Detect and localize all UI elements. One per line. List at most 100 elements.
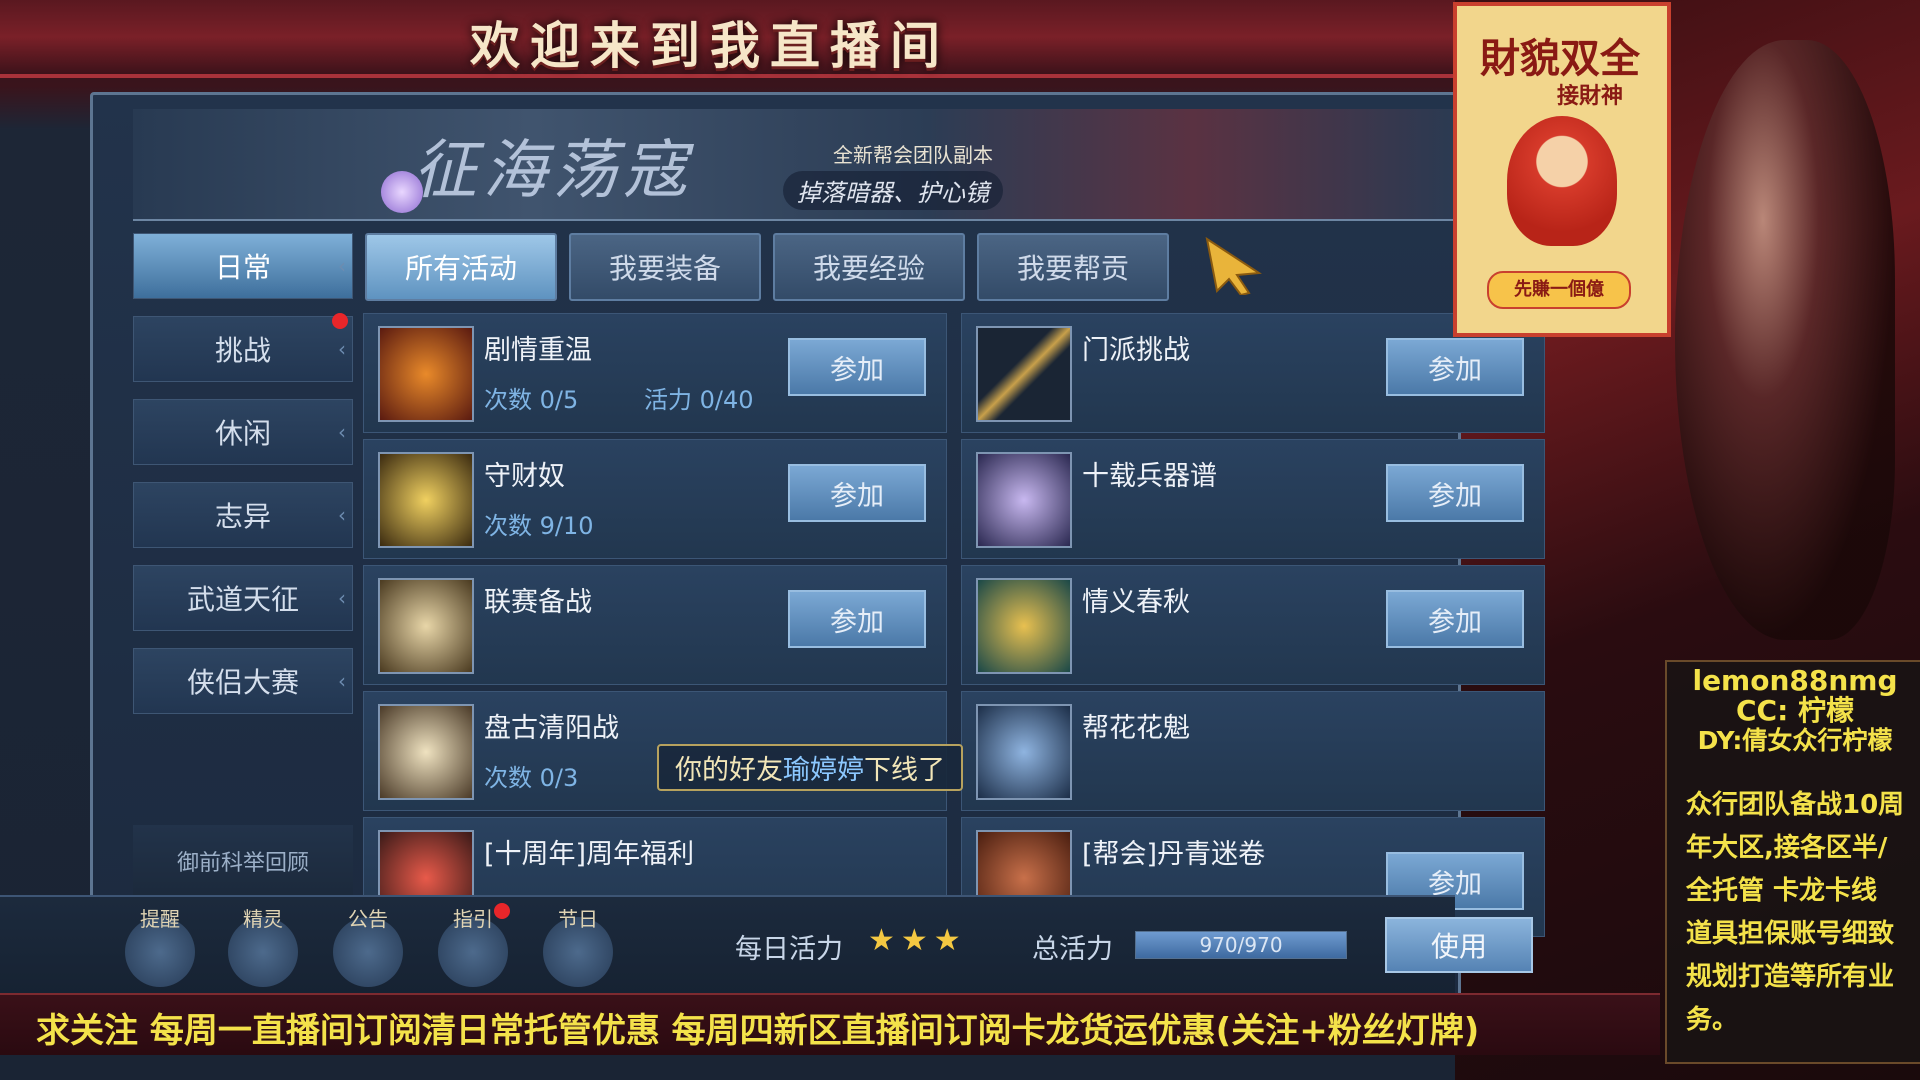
activity-name: 情义春秋 (1082, 587, 1190, 618)
toast-suffix: 下线了 (864, 755, 945, 786)
sidebar-item-label: 志异 (214, 500, 271, 533)
streamer-cc: CC: 柠檬 (1735, 694, 1855, 727)
sidebar-item-leisure[interactable]: 休闲 ‹ (133, 399, 353, 465)
total-vigor-value: 970/970 (1199, 933, 1283, 957)
activity-name: 帮花花魁 (1082, 713, 1190, 744)
tab-contribution[interactable]: 我要帮贡 (977, 233, 1169, 301)
sidebar-item-label: 侠侣大赛 (186, 666, 299, 699)
friend-offline-toast: 你的好友瑜婷婷下线了 (657, 744, 963, 791)
sidebar-item-label: 御前科举回顾 (176, 851, 309, 876)
spirit-button[interactable]: 精灵 (228, 907, 298, 987)
total-vigor-label: 总活力 (1032, 934, 1113, 965)
category-sidebar: 日常 ‹ 挑战 ‹ 休闲 ‹ 志异 ‹ 武道天征 ‹ 侠侣大赛 ‹ (133, 233, 353, 731)
activity-name: 盘古清阳战 (484, 713, 619, 744)
activity-card: 守财奴 次数 9/10 参加 (363, 439, 947, 559)
sidebar-item-label: 日常 (214, 251, 271, 284)
daily-vigor-label: 每日活力 (735, 934, 843, 965)
tab-equipment[interactable]: 我要装备 (569, 233, 761, 301)
chevron-left-icon: ‹ (338, 669, 346, 693)
sidebar-item-challenge[interactable]: 挑战 ‹ (133, 313, 353, 382)
activity-card: 十载兵器谱 参加 (961, 439, 1545, 559)
sidebar-item-martial[interactable]: 武道天征 ‹ (133, 565, 353, 631)
ticker-text: 求关注 每周一直播间订阅清日常托管优惠 每周四新区直播间订阅卡龙货运优惠(关注+… (36, 1011, 1480, 1051)
stream-screen: 欢迎来到我直播间 征海荡寇 全新帮会团队副本 掉落暗器、护心镜 日常 ‹ 挑战 … (0, 0, 1920, 1080)
join-button[interactable]: 参加 (1386, 338, 1524, 396)
activity-count: 次数 0/3 (484, 764, 579, 792)
sidebar-item-label: 休闲 (214, 417, 271, 450)
swordsman-figure (1675, 40, 1895, 640)
festival-button[interactable]: 节日 (543, 907, 613, 987)
activity-name: [十周年]周年福利 (484, 839, 695, 870)
activity-count: 次数 9/10 (484, 512, 594, 540)
notification-dot-icon (332, 313, 348, 329)
activity-card: 联赛备战 参加 (363, 565, 947, 685)
scroll-icon (378, 578, 474, 674)
festival-label: 节日 (558, 907, 598, 931)
stream-title: 欢迎来到我直播间 (470, 16, 950, 75)
remind-label: 提醒 (140, 907, 180, 931)
sidebar-item-couple-contest[interactable]: 侠侣大赛 ‹ (133, 648, 353, 714)
join-button[interactable]: 参加 (1386, 464, 1524, 522)
poster-subtitle: 接財神 (1557, 84, 1624, 109)
event-drops: 掉落暗器、护心镜 (783, 171, 1003, 210)
fortune-god-icon (1507, 116, 1617, 246)
activity-name: 守财奴 (484, 461, 565, 492)
activity-name: 门派挑战 (1082, 335, 1190, 366)
total-vigor-progress: 970/970 (1135, 931, 1347, 959)
tab-all-activities[interactable]: 所有活动 (365, 233, 557, 301)
guide-button[interactable]: 指引 (438, 903, 510, 987)
pouch-icon (976, 704, 1072, 800)
streamer-ids: lemon88nmg CC: 柠檬 DY:倩女众行柠檬 (1670, 666, 1920, 756)
stream-ticker: 求关注 每周一直播间订阅清日常托管优惠 每周四新区直播间订阅卡龙货运优惠(关注+… (0, 993, 1660, 1055)
filter-tabs: 所有活动 我要装备 我要经验 我要帮贡 (365, 233, 1169, 301)
star-rating-icon: ★★★ (868, 923, 967, 958)
activity-count: 次数 0/5 (484, 386, 579, 414)
activity-vigor: 活力 0/40 (644, 386, 754, 414)
activity-window: 征海荡寇 全新帮会团队副本 掉落暗器、护心镜 日常 ‹ 挑战 ‹ 休闲 ‹ 志异… (90, 92, 1545, 1003)
spear-icon (976, 326, 1072, 422)
weapon-rack-icon (976, 452, 1072, 548)
activity-card: 帮花花魁 (961, 691, 1545, 811)
streamer-dy: DY:倩女众行柠檬 (1697, 726, 1893, 755)
use-button[interactable]: 使用 (1385, 917, 1533, 973)
activity-name: 联赛备战 (484, 587, 592, 618)
toast-friend-name: 瑜婷婷 (783, 755, 864, 786)
join-button[interactable]: 参加 (788, 590, 926, 648)
poster-title: 財貌双全 (1480, 35, 1640, 82)
chevron-left-icon: ‹ (338, 586, 346, 610)
letter-icon (378, 704, 474, 800)
sidebar-item-label: 武道天征 (186, 583, 299, 616)
service-description: 众行团队备战10周年大区,接各区半/全托管 卡龙卡线 道具担保账号细致规划打造等… (1686, 790, 1905, 1035)
activity-name: 十载兵器谱 (1082, 461, 1217, 492)
sidebar-item-label: 挑战 (214, 334, 271, 367)
remind-button[interactable]: 提醒 (125, 907, 195, 987)
chevron-left-icon: ‹ (338, 254, 346, 278)
announcement-button[interactable]: 公告 (333, 907, 403, 987)
activity-name: 剧情重温 (484, 335, 592, 366)
event-banner[interactable]: 征海荡寇 全新帮会团队副本 掉落暗器、护心镜 (133, 109, 1458, 221)
activity-card: 情义春秋 参加 (961, 565, 1545, 685)
streamer-name: lemon88nmg (1692, 664, 1898, 697)
join-button[interactable]: 参加 (1386, 590, 1524, 648)
chevron-left-icon: ‹ (338, 420, 346, 444)
notification-dot-icon (494, 903, 510, 919)
spirit-label: 精灵 (243, 907, 283, 931)
activity-name: [帮会]丹青迷卷 (1082, 839, 1266, 870)
event-title: 征海荡寇 (413, 134, 693, 208)
sidebar-item-strange[interactable]: 志异 ‹ (133, 482, 353, 548)
helmet-icon (378, 326, 474, 422)
stream-header: 欢迎来到我直播间 (0, 0, 1455, 78)
event-subtitle: 全新帮会团队副本 (833, 143, 993, 167)
activity-card: 剧情重温 次数 0/5 活力 0/40 参加 (363, 313, 947, 433)
toast-prefix: 你的好友 (675, 755, 783, 786)
sidebar-item-daily[interactable]: 日常 ‹ (133, 233, 353, 299)
cursor-arrow-icon (1205, 236, 1262, 295)
tab-experience[interactable]: 我要经验 (773, 233, 965, 301)
join-button[interactable]: 参加 (788, 464, 926, 522)
chevron-left-icon: ‹ (338, 337, 346, 361)
join-button[interactable]: 参加 (788, 338, 926, 396)
fortune-god-poster: 財貌双全 接財神 先賺一個億 (1453, 2, 1671, 337)
bottom-toolbar: 提醒 精灵 公告 指引 节日 每日活力 ★★★ 总活力 970/970 使用 (0, 895, 1533, 997)
qingyi-emblem-icon (976, 578, 1072, 674)
announcement-label: 公告 (348, 907, 388, 931)
